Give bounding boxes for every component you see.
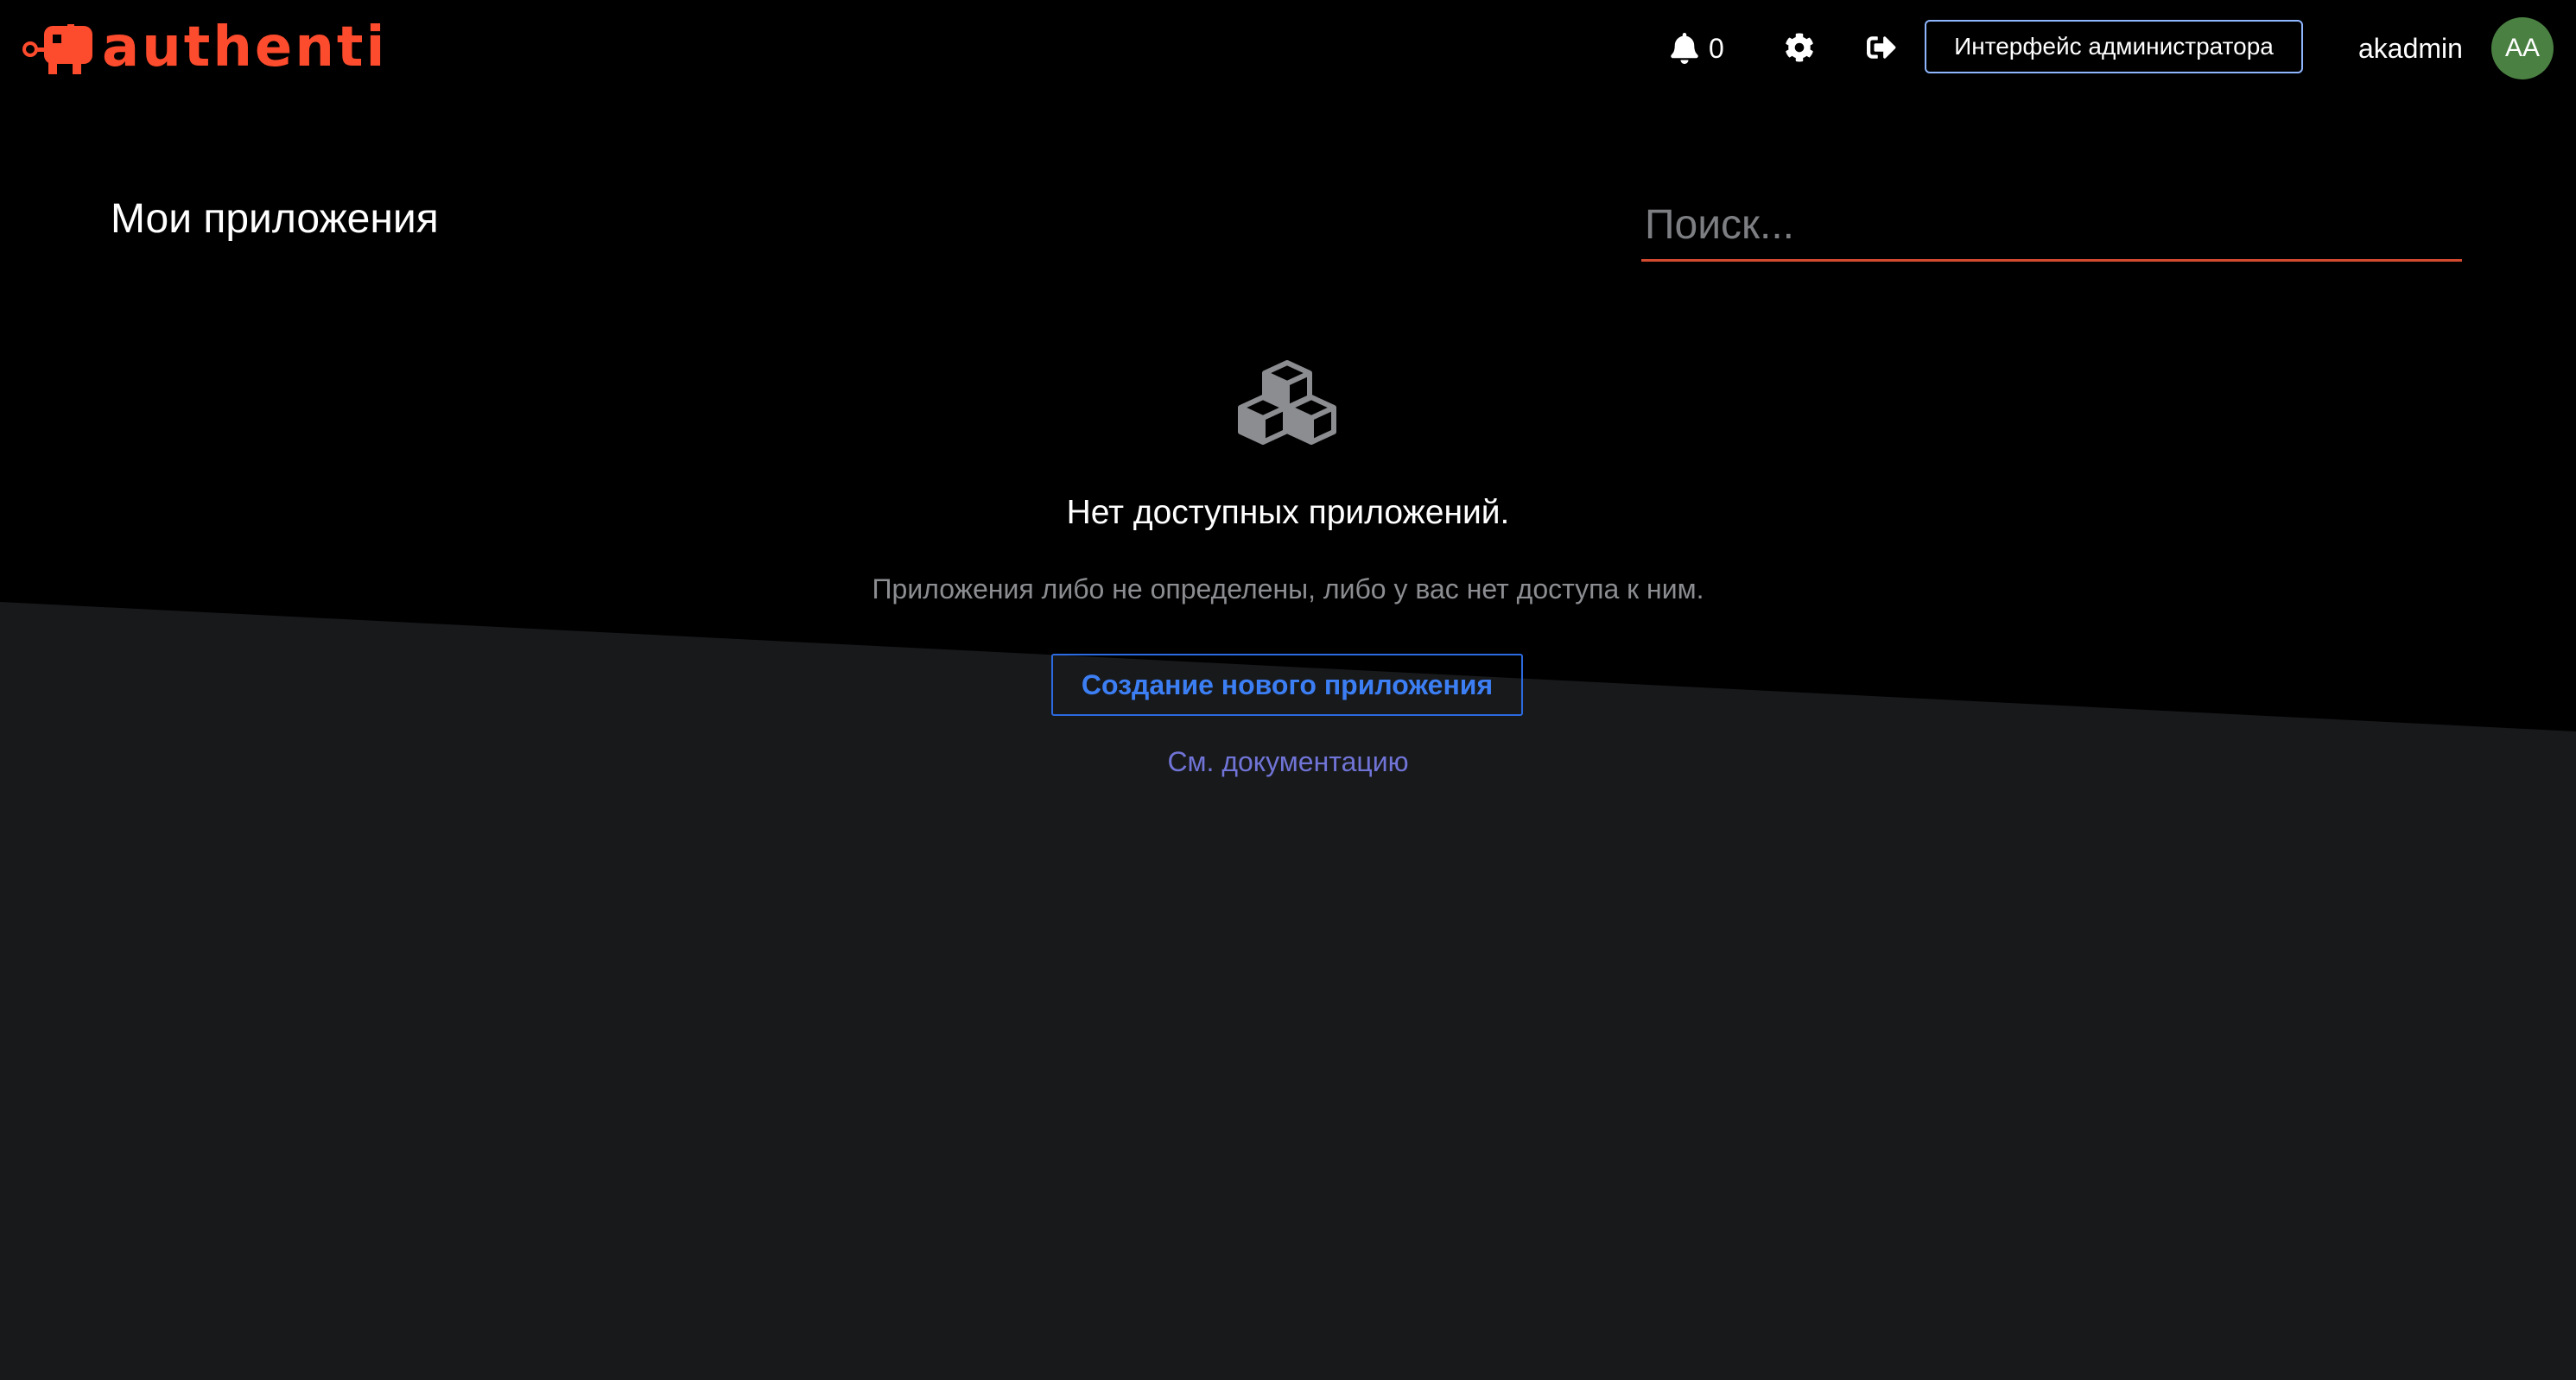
- avatar-initials: AA: [2504, 34, 2541, 62]
- docs-link-container: См. документацию: [0, 746, 2576, 778]
- notifications-count: 0: [1709, 32, 1724, 64]
- username-label: akadmin: [2358, 33, 2463, 64]
- settings-button[interactable]: [1782, 30, 1817, 65]
- page-title: Мои приложения: [111, 196, 439, 242]
- sign-out-icon: [1867, 36, 1896, 59]
- search-container: [1641, 193, 2462, 262]
- authentik-logo[interactable]: authentik: [22, 19, 389, 76]
- documentation-link[interactable]: См. документацию: [1167, 746, 1408, 777]
- search-input[interactable]: [1641, 193, 2462, 256]
- logout-button[interactable]: [1864, 30, 1899, 65]
- bell-icon: [1671, 33, 1698, 64]
- notifications-button[interactable]: 0: [1671, 31, 1724, 66]
- admin-interface-button[interactable]: Интерфейс администратора: [1925, 20, 2303, 73]
- top-navbar: authentik 0 Интерфейс администратора aka…: [0, 0, 2576, 97]
- create-application-button[interactable]: Создание нового приложения: [1051, 654, 1523, 716]
- avatar[interactable]: AA: [2491, 17, 2554, 79]
- brand-wordmark: authentik: [102, 19, 389, 76]
- gear-icon: [1786, 33, 1813, 62]
